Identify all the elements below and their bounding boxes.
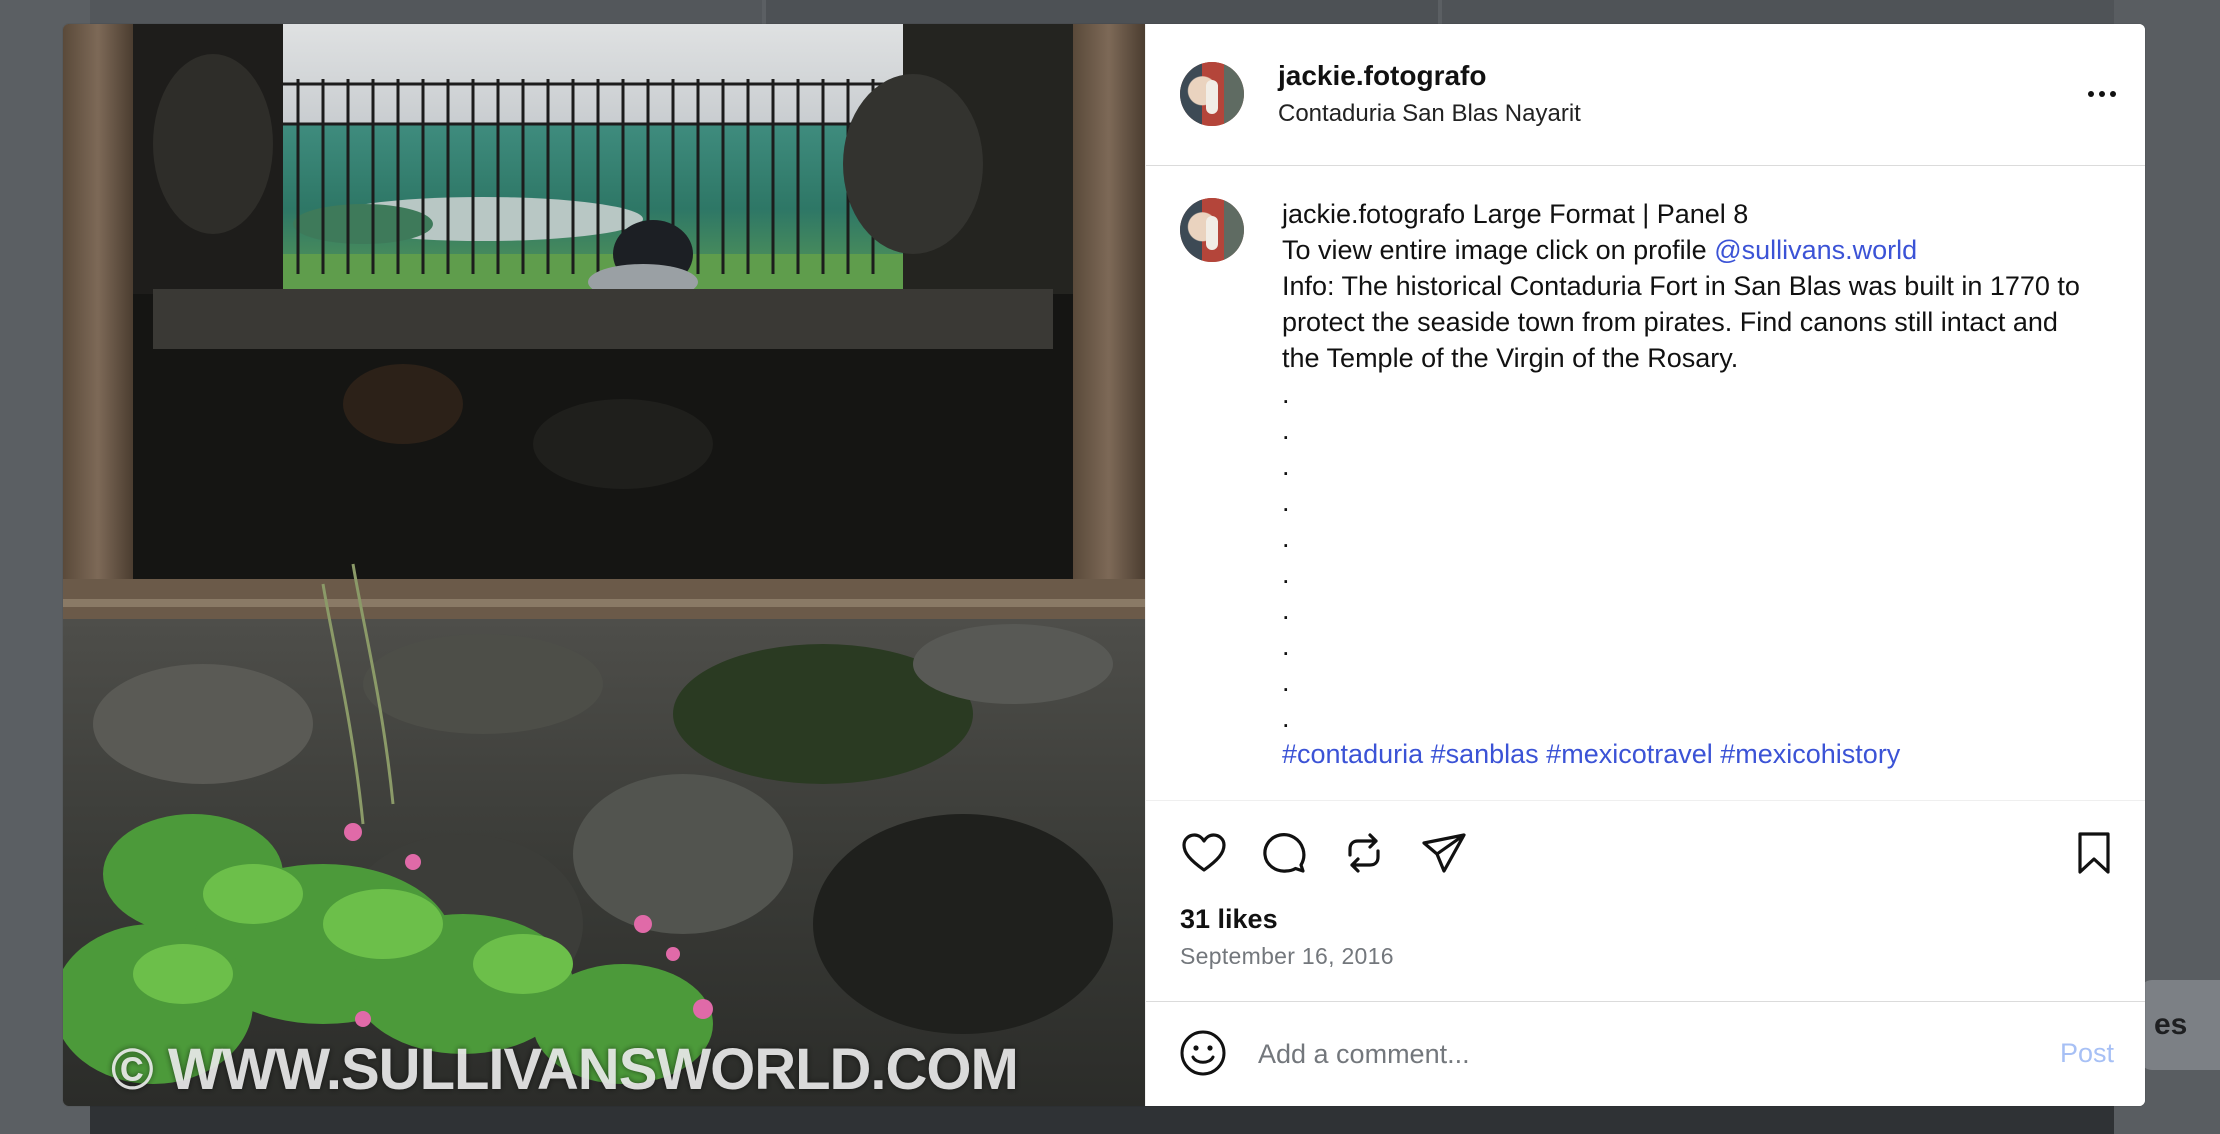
- more-dot: [2088, 91, 2094, 97]
- caption-second-line: To view entire image click on profile @s…: [1282, 232, 2102, 268]
- post-details-panel: jackie.fotografo Contaduria San Blas Nay…: [1145, 24, 2145, 1106]
- post-caption: jackie.fotografo Large Format | Panel 8 …: [1282, 196, 2102, 772]
- caption-dot: .: [1282, 523, 1290, 553]
- avatar-figure: [1206, 216, 1218, 250]
- caption-dot: .: [1282, 415, 1290, 445]
- post-header: jackie.fotografo Contaduria San Blas Nay…: [1146, 24, 2145, 166]
- caption-dot: .: [1282, 703, 1290, 733]
- post-location[interactable]: Contaduria San Blas Nayarit: [1278, 100, 1581, 128]
- comment-input[interactable]: [1256, 1030, 1980, 1078]
- mention-link[interactable]: @sullivans.world: [1714, 235, 1917, 265]
- caption-area: jackie.fotografo Large Format | Panel 8 …: [1146, 166, 2145, 800]
- repost-icon: [1348, 833, 1380, 873]
- caption-dot: .: [1282, 559, 1290, 589]
- post-actions: [1146, 800, 2145, 901]
- more-dot: [2099, 91, 2105, 97]
- caption-first-line: jackie.fotografo Large Format | Panel 8: [1282, 196, 2102, 232]
- post-comment-button[interactable]: Post: [2060, 1038, 2114, 1069]
- comment-icon: [1263, 833, 1306, 873]
- paper-plane-icon: [1422, 833, 1466, 873]
- smiley-icon: [1180, 1030, 1226, 1076]
- photo-illustration: [63, 24, 1145, 1106]
- like-button[interactable]: [1178, 827, 1230, 879]
- caption-dot: .: [1282, 451, 1290, 481]
- emoji-button[interactable]: [1178, 1028, 1228, 1078]
- likes-count[interactable]: 31 likes: [1180, 904, 1278, 935]
- save-button[interactable]: [2068, 827, 2120, 879]
- caption-title: Large Format | Panel 8: [1472, 199, 1749, 229]
- more-dot: [2110, 91, 2116, 97]
- post-date[interactable]: September 16, 2016: [1180, 943, 1394, 970]
- caption-avatar[interactable]: [1180, 198, 1244, 262]
- repost-button[interactable]: [1338, 827, 1390, 879]
- caption-dot: .: [1282, 487, 1290, 517]
- caption-profile-text: To view entire image click on profile: [1282, 235, 1715, 265]
- caption-info: Info: The historical Contaduria Fort in …: [1282, 271, 2088, 373]
- caption-dot: .: [1282, 595, 1290, 625]
- bookmark-icon: [2078, 832, 2110, 874]
- caption-username[interactable]: jackie.fotografo: [1282, 199, 1465, 229]
- avatar[interactable]: [1180, 62, 1244, 126]
- background-tile: [90, 1105, 2114, 1134]
- caption-hashtags[interactable]: #contaduria #sanblas #mexicotravel #mexi…: [1282, 736, 2102, 772]
- post-image[interactable]: © WWW.SULLIVANSWORLD.COM: [63, 24, 1145, 1106]
- author-username[interactable]: jackie.fotografo: [1278, 60, 1486, 92]
- comment-bar: Post: [1146, 1001, 2145, 1106]
- caption-dot: .: [1282, 631, 1290, 661]
- heart-icon: [1182, 833, 1226, 872]
- image-watermark: © WWW.SULLIVANSWORLD.COM: [111, 1037, 1019, 1102]
- more-options-button[interactable]: [2078, 74, 2126, 114]
- share-button[interactable]: [1418, 827, 1470, 879]
- avatar-figure: [1206, 80, 1218, 114]
- background-peek-text: es: [2140, 980, 2220, 1070]
- post-modal: © WWW.SULLIVANSWORLD.COM jackie.fotograf…: [63, 24, 2145, 1106]
- comment-button[interactable]: [1258, 827, 1310, 879]
- caption-dot: .: [1282, 379, 1290, 409]
- caption-dot: .: [1282, 667, 1290, 697]
